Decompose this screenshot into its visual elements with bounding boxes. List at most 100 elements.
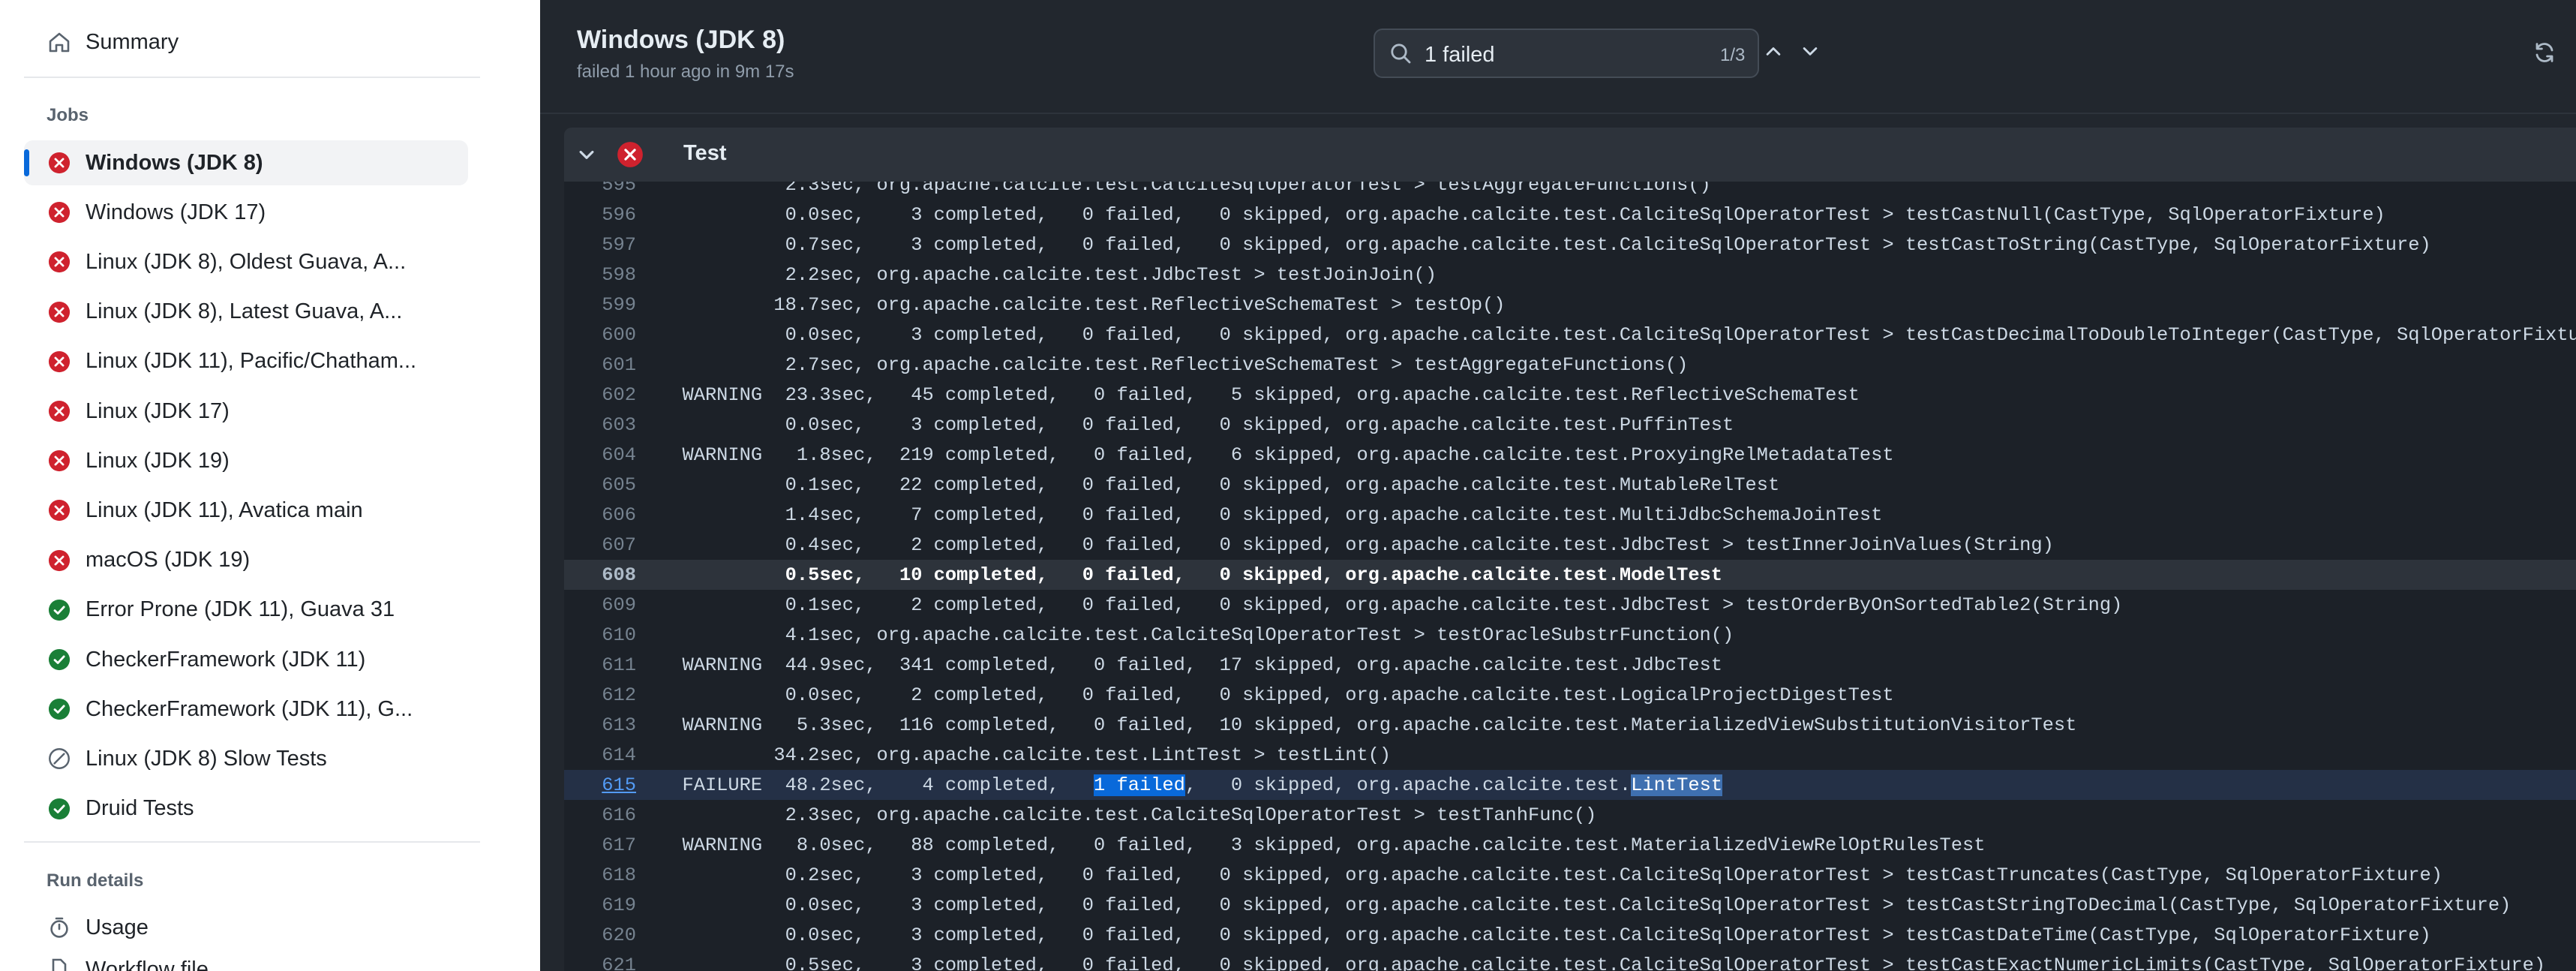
- log-line: 614 34.2sec, org.apache.calcite.test.Lin…: [564, 740, 2576, 770]
- sync-icon: [2532, 41, 2556, 68]
- search-previous-button[interactable]: [1758, 38, 1788, 68]
- usage-label: Usage: [86, 915, 149, 939]
- log-line-number[interactable]: 607: [564, 534, 636, 556]
- usage-link[interactable]: Usage: [24, 905, 468, 950]
- log-line-text: 0.2sec, 3 completed, 0 failed, 0 skipped…: [659, 864, 2442, 886]
- check-circle-icon: [47, 796, 72, 822]
- log-line: 598 2.2sec, org.apache.calcite.test.Jdbc…: [564, 260, 2576, 290]
- log-line-number[interactable]: 599: [564, 294, 636, 316]
- log-line-number[interactable]: 604: [564, 444, 636, 466]
- summary-link[interactable]: Summary: [24, 20, 468, 65]
- job-item-label: Druid Tests: [86, 796, 194, 821]
- chevron-down-icon[interactable]: [576, 144, 597, 169]
- log-line-number[interactable]: 612: [564, 684, 636, 706]
- log-line: 618 0.2sec, 3 completed, 0 failed, 0 ski…: [564, 860, 2576, 890]
- job-item[interactable]: Windows (JDK 8): [24, 140, 468, 185]
- log-line-number[interactable]: 615: [564, 774, 636, 796]
- job-item-label: Linux (JDK 8), Latest Guava, A...: [86, 299, 403, 324]
- log-line: 606 1.4sec, 7 completed, 0 failed, 0 ski…: [564, 500, 2576, 530]
- x-circle-icon: [47, 249, 72, 275]
- x-circle-icon: [617, 141, 644, 172]
- log-line: 603 0.0sec, 3 completed, 0 failed, 0 ski…: [564, 410, 2576, 440]
- log-line: 609 0.1sec, 2 completed, 0 failed, 0 ski…: [564, 590, 2576, 620]
- log-line-number[interactable]: 595: [564, 182, 636, 196]
- log-line-number[interactable]: 617: [564, 834, 636, 856]
- log-line-number[interactable]: 608: [564, 564, 636, 586]
- log-line-number[interactable]: 620: [564, 924, 636, 946]
- job-item[interactable]: Linux (JDK 8), Latest Guava, A...: [24, 290, 468, 335]
- skip-circle-icon: [47, 746, 72, 771]
- check-circle-icon: [47, 647, 72, 672]
- job-item[interactable]: Linux (JDK 11), Pacific/Chatham...: [24, 339, 468, 384]
- log-line-number[interactable]: 602: [564, 384, 636, 406]
- log-line-number[interactable]: 597: [564, 234, 636, 256]
- log-line-number[interactable]: 605: [564, 474, 636, 496]
- log-line: 617 WARNING 8.0sec, 88 completed, 0 fail…: [564, 830, 2576, 860]
- log-line-number[interactable]: 616: [564, 804, 636, 826]
- summary-label: Summary: [86, 29, 179, 54]
- step-header-test[interactable]: Test 9m: [564, 128, 2576, 182]
- log-line-number[interactable]: 609: [564, 594, 636, 616]
- chevron-down-icon: [1800, 41, 1821, 65]
- log-line-number[interactable]: 596: [564, 204, 636, 226]
- log-line-text: 2.7sec, org.apache.calcite.test.Reflecti…: [659, 354, 1689, 376]
- job-item[interactable]: Windows (JDK 17): [24, 190, 468, 235]
- log-line-failure: 615 FAILURE 48.2sec, 4 completed, 1 fail…: [564, 770, 2576, 800]
- job-item[interactable]: CheckerFramework (JDK 11): [24, 637, 468, 682]
- run-details-heading: Run details: [47, 870, 144, 891]
- x-circle-icon: [47, 200, 72, 225]
- x-circle-icon: [47, 398, 72, 424]
- log-line-number[interactable]: 601: [564, 354, 636, 376]
- job-item[interactable]: Linux (JDK 17): [24, 389, 468, 434]
- selected-indicator: [24, 149, 29, 176]
- log-line-number[interactable]: 598: [564, 264, 636, 286]
- job-item[interactable]: Linux (JDK 8) Slow Tests: [24, 736, 468, 781]
- log-search-input[interactable]: [1423, 39, 1651, 71]
- log-line-number[interactable]: 611: [564, 654, 636, 676]
- job-item[interactable]: Linux (JDK 11), Avatica main: [24, 488, 468, 533]
- job-item[interactable]: CheckerFramework (JDK 11), G...: [24, 687, 468, 732]
- log-line-number[interactable]: 613: [564, 714, 636, 736]
- job-item-label: Linux (JDK 8), Oldest Guava, A...: [86, 249, 407, 274]
- log-line: 602 WARNING 23.3sec, 45 completed, 0 fai…: [564, 380, 2576, 410]
- search-next-button[interactable]: [1795, 38, 1825, 68]
- log-line: 605 0.1sec, 22 completed, 0 failed, 0 sk…: [564, 470, 2576, 500]
- log-line-text: WARNING 23.3sec, 45 completed, 0 failed,…: [659, 384, 1860, 406]
- log-line: 620 0.0sec, 3 completed, 0 failed, 0 ski…: [564, 920, 2576, 950]
- job-item[interactable]: Druid Tests: [24, 786, 468, 831]
- job-item[interactable]: Error Prone (JDK 11), Guava 31: [24, 588, 468, 633]
- log-line-text: WARNING 8.0sec, 88 completed, 0 failed, …: [659, 834, 1986, 856]
- log-line-number[interactable]: 610: [564, 624, 636, 646]
- log-line: 596 0.0sec, 3 completed, 0 failed, 0 ski…: [564, 200, 2576, 230]
- job-item[interactable]: Linux (JDK 8), Oldest Guava, A...: [24, 239, 468, 284]
- log-line-number[interactable]: 619: [564, 894, 636, 916]
- log-line-number[interactable]: 600: [564, 324, 636, 346]
- log-line-text: WARNING 5.3sec, 116 completed, 0 failed,…: [659, 714, 2077, 736]
- job-item[interactable]: Linux (JDK 19): [24, 438, 468, 483]
- log-line-text: 0.4sec, 2 completed, 0 failed, 0 skipped…: [659, 534, 2054, 556]
- log-text-segment: FAILURE 48.2sec, 4 completed,: [659, 774, 1094, 796]
- job-item-label: CheckerFramework (JDK 11), G...: [86, 696, 413, 721]
- job-item[interactable]: macOS (JDK 19): [24, 538, 468, 583]
- log-line: 612 0.0sec, 2 completed, 0 failed, 0 ski…: [564, 680, 2576, 710]
- log-output: 595 2.3sec, org.apache.calcite.test.Calc…: [564, 182, 2576, 971]
- page-title: Windows (JDK 8): [577, 26, 785, 54]
- log-line-number[interactable]: 618: [564, 864, 636, 886]
- log-line-text: WARNING 44.9sec, 341 completed, 0 failed…: [659, 654, 1723, 676]
- log-line: 601 2.7sec, org.apache.calcite.test.Refl…: [564, 350, 2576, 380]
- search-icon: [1389, 41, 1413, 69]
- log-line-text: 2.2sec, org.apache.calcite.test.JdbcTest…: [659, 264, 1437, 286]
- main-panel: Windows (JDK 8) failed 1 hour ago in 9m …: [540, 0, 2576, 971]
- log-line-number[interactable]: 621: [564, 954, 636, 971]
- step-name: Test: [683, 141, 727, 165]
- refresh-button[interactable]: [2528, 38, 2561, 71]
- log-line: 604 WARNING 1.8sec, 219 completed, 0 fai…: [564, 440, 2576, 470]
- log-line-text: 18.7sec, org.apache.calcite.test.Reflect…: [659, 294, 1506, 316]
- job-status-subtitle: failed 1 hour ago in 9m 17s: [577, 62, 794, 82]
- workflow-file-label: Workflow file: [86, 957, 209, 971]
- log-line-number[interactable]: 614: [564, 744, 636, 766]
- log-line-number[interactable]: 606: [564, 504, 636, 526]
- log-line-text: 0.1sec, 22 completed, 0 failed, 0 skippe…: [659, 474, 1780, 496]
- log-line-number[interactable]: 603: [564, 414, 636, 436]
- workflow-file-link[interactable]: Workflow file: [24, 947, 468, 971]
